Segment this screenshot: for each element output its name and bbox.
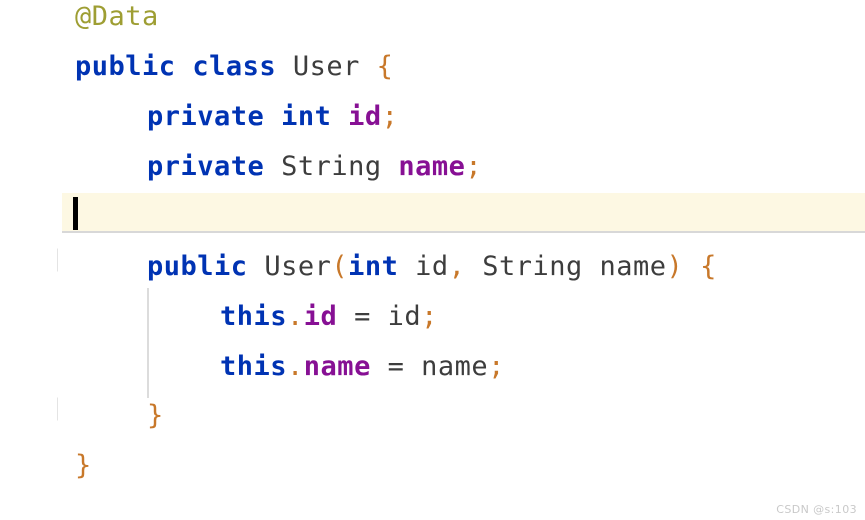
token-keyword-int-param: int: [348, 251, 399, 282]
token-dot-name: .: [287, 351, 304, 382]
token-paren-open: (: [331, 251, 349, 282]
token-semicolon-this-id: ;: [421, 301, 438, 332]
token-field-this-id: id: [303, 301, 338, 332]
token-keyword-public: public: [75, 51, 176, 82]
token-type-user-ctor: User: [264, 251, 332, 282]
code-line-8[interactable]: this.name = name;: [220, 351, 505, 383]
token-keyword-private-name: private: [147, 151, 265, 182]
token-type-user: User: [292, 51, 360, 82]
token-type-string-field: String: [281, 151, 382, 182]
csdn-watermark: CSDN @s:103: [776, 503, 857, 516]
token-assign-name: =: [387, 351, 405, 382]
token-semicolon-this-name: ;: [488, 351, 505, 382]
token-brace-open-class: {: [376, 51, 394, 82]
token-paren-close: ): [666, 251, 684, 282]
code-line-10[interactable]: }: [75, 450, 92, 482]
code-line-4[interactable]: private String name;: [147, 151, 482, 183]
token-assign-id: =: [354, 301, 371, 332]
token-comma-params: ,: [448, 251, 466, 282]
token-param-id: id: [415, 251, 449, 282]
code-line-7[interactable]: this.id = id;: [220, 301, 438, 333]
code-line-9[interactable]: }: [147, 400, 164, 432]
token-semicolon-id: ;: [381, 101, 399, 132]
token-field-id: id: [348, 101, 382, 132]
token-annotation-data: @Data: [75, 1, 159, 32]
code-line-1[interactable]: @Data: [75, 1, 159, 33]
token-keyword-class: class: [192, 51, 277, 82]
token-brace-close-class: }: [75, 450, 92, 481]
code-editor[interactable]: ] ] @Data public class User { private in…: [0, 0, 865, 520]
token-type-string-param: String: [482, 251, 583, 282]
token-keyword-this-name: this: [220, 351, 288, 382]
code-line-2[interactable]: public class User {: [75, 51, 393, 83]
token-keyword-public-ctor: public: [147, 251, 248, 282]
token-brace-close-ctor: }: [147, 400, 164, 431]
token-value-name: name: [421, 351, 489, 382]
code-line-6[interactable]: public User(int id, String name) {: [147, 251, 717, 283]
token-keyword-private-id: private: [147, 101, 265, 132]
token-value-id: id: [387, 301, 422, 332]
token-keyword-int-field: int: [281, 101, 332, 132]
token-keyword-this-id: this: [220, 301, 288, 332]
code-line-3[interactable]: private int id;: [147, 101, 398, 133]
token-field-name: name: [398, 151, 466, 182]
token-dot-id: .: [287, 301, 304, 332]
token-brace-open-ctor: {: [700, 251, 717, 282]
token-param-name: name: [599, 251, 667, 282]
token-field-this-name: name: [303, 351, 371, 382]
code-content[interactable]: @Data public class User { private int id…: [0, 0, 865, 520]
token-semicolon-name: ;: [465, 151, 483, 182]
